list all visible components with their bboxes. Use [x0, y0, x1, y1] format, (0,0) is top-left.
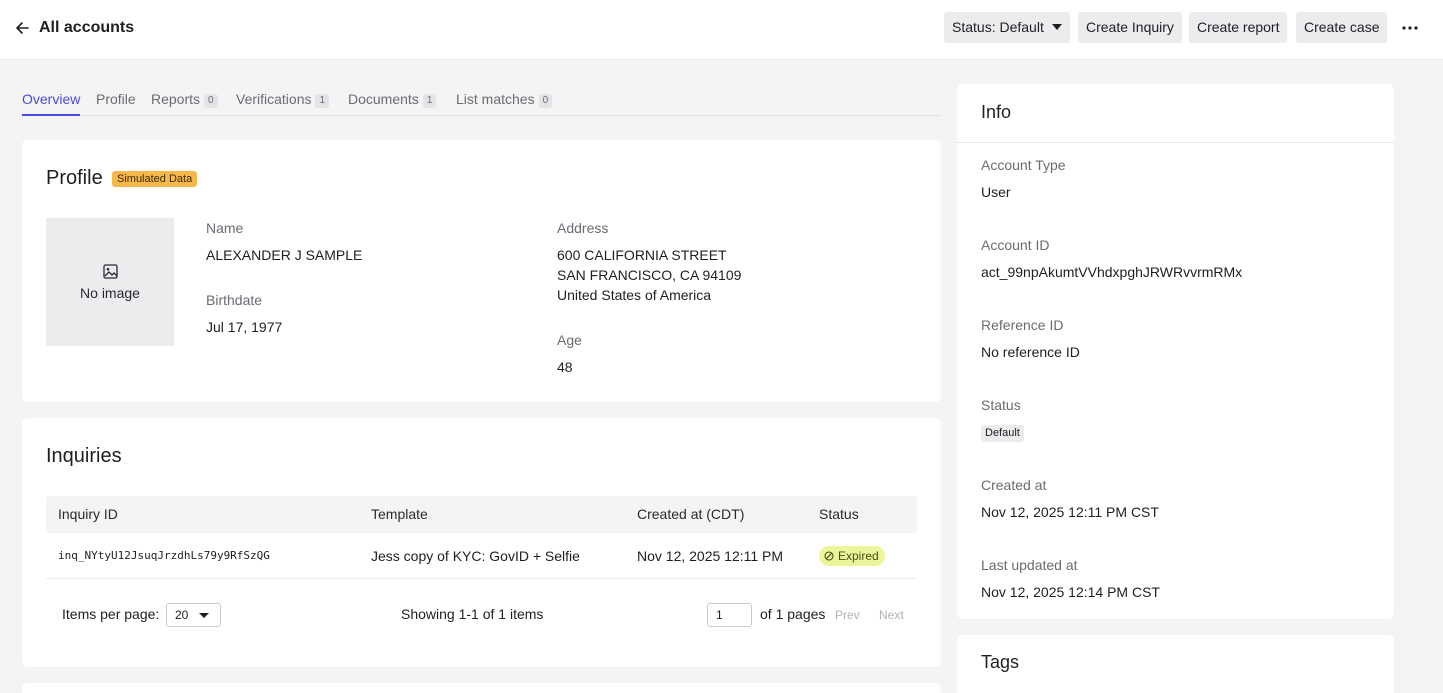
status-label: Status [981, 397, 1021, 413]
status-badge: Default [981, 425, 1024, 442]
tab-label: Documents [348, 91, 419, 107]
name-value: ALEXANDER J SAMPLE [206, 247, 363, 263]
info-divider [957, 142, 1394, 143]
age-label: Age [557, 332, 582, 348]
tab-documents[interactable]: Documents 1 [348, 84, 437, 116]
last-updated-value: Nov 12, 2025 12:14 PM CST [981, 584, 1160, 600]
expired-status-badge: Expired [819, 546, 885, 566]
address-line-1: 600 CALIFORNIA STREET [557, 247, 727, 263]
prev-page-button[interactable]: Prev [835, 605, 860, 625]
birthdate-label: Birthdate [206, 292, 263, 308]
birthdate-value: Jul 17, 1977 [206, 319, 283, 335]
table-header: Inquiry ID Template Created at (CDT) Sta… [46, 496, 917, 533]
caret-down-icon [1051, 24, 1062, 30]
status-dropdown-label: Status: Default [952, 19, 1044, 35]
column-header-inquiry-id: Inquiry ID [58, 506, 118, 522]
caret-down-icon [199, 613, 209, 618]
next-page-button[interactable]: Next [879, 605, 904, 625]
tab-list-matches[interactable]: List matches 0 [456, 84, 553, 116]
tab-bar: Overview Profile Reports 0 Verifications 1… [22, 84, 940, 116]
tab-label: Profile [96, 91, 136, 107]
tab-reports[interactable]: Reports 0 [151, 84, 218, 116]
column-header-status: Status [819, 506, 859, 522]
tab-overview[interactable]: Overview [22, 84, 81, 116]
created-at-value: Nov 12, 2025 12:11 PM CST [981, 504, 1159, 520]
account-type-value: User [981, 184, 1011, 200]
inquiry-id-cell: inq_NYtyU12JsuqJrzdhLs79y9RfSzQG [58, 549, 270, 562]
tab-label: List matches [456, 91, 535, 107]
page-title: All accounts [39, 19, 135, 36]
status-dropdown-button[interactable]: Status: Default [944, 12, 1070, 43]
account-id-value: act_99npAkumtVVhdxpghJRWRvvrmRMx [981, 264, 1243, 280]
tab-label: Reports [151, 91, 201, 107]
image-icon [102, 263, 118, 279]
tags-card [957, 635, 1394, 693]
created-at-label: Created at [981, 477, 1047, 493]
status-badge-label: Expired [838, 549, 879, 563]
total-pages-text: of 1 pages [760, 606, 826, 622]
name-label: Name [206, 220, 244, 236]
address-line-2: SAN FRANCISCO, CA 94109 [557, 267, 742, 283]
expired-icon [824, 551, 834, 561]
tab-count: 1 [315, 94, 330, 108]
simulated-data-badge: Simulated Data [112, 171, 198, 187]
address-label: Address [557, 220, 609, 236]
profile-title: Profile [46, 167, 103, 189]
next-section-card [22, 683, 941, 693]
age-value: 48 [557, 359, 573, 375]
tab-count: 0 [204, 94, 218, 108]
tags-title: Tags [981, 652, 1020, 672]
no-image-label: No image [80, 284, 140, 301]
items-per-page-value: 20 [175, 608, 189, 622]
last-updated-label: Last updated at [981, 557, 1078, 573]
create-case-button[interactable]: Create case [1296, 12, 1388, 43]
create-report-button[interactable]: Create report [1189, 12, 1288, 43]
items-per-page-select[interactable]: 20 [166, 603, 221, 627]
table-row[interactable]: inq_NYtyU12JsuqJrzdhLs79y9RfSzQG Jess co… [46, 533, 917, 579]
create-inquiry-button[interactable]: Create Inquiry [1078, 12, 1182, 43]
info-title: Info [981, 102, 1012, 122]
reference-id-label: Reference ID [981, 317, 1064, 333]
items-per-page-label: Items per page: [62, 606, 160, 622]
tab-label: Overview [22, 91, 81, 107]
top-bar: All accounts Status: Default Create Inqu… [0, 0, 1443, 60]
column-header-template: Template [371, 506, 428, 522]
column-header-created-at: Created at (CDT) [637, 506, 745, 522]
more-options-icon[interactable] [1396, 16, 1424, 40]
account-id-label: Account ID [981, 237, 1050, 253]
tab-count: 0 [538, 94, 553, 108]
created-at-cell: Nov 12, 2025 12:11 PM [637, 548, 784, 564]
account-type-label: Account Type [981, 157, 1066, 173]
page-number-input[interactable] [707, 603, 752, 627]
inquiries-title: Inquiries [46, 445, 122, 467]
back-arrow-icon[interactable] [12, 18, 32, 38]
tab-label: Verifications [236, 91, 312, 107]
address-line-3: United States of America [557, 287, 712, 303]
showing-items-text: Showing 1-1 of 1 items [401, 606, 544, 622]
tab-verifications[interactable]: Verifications 1 [236, 84, 330, 116]
reference-id-value: No reference ID [981, 344, 1080, 360]
profile-image-placeholder: No image [46, 218, 174, 346]
tab-count: 1 [422, 94, 437, 108]
template-cell: Jess copy of KYC: GovID + Selfie [371, 548, 580, 564]
tab-profile[interactable]: Profile [96, 84, 136, 116]
